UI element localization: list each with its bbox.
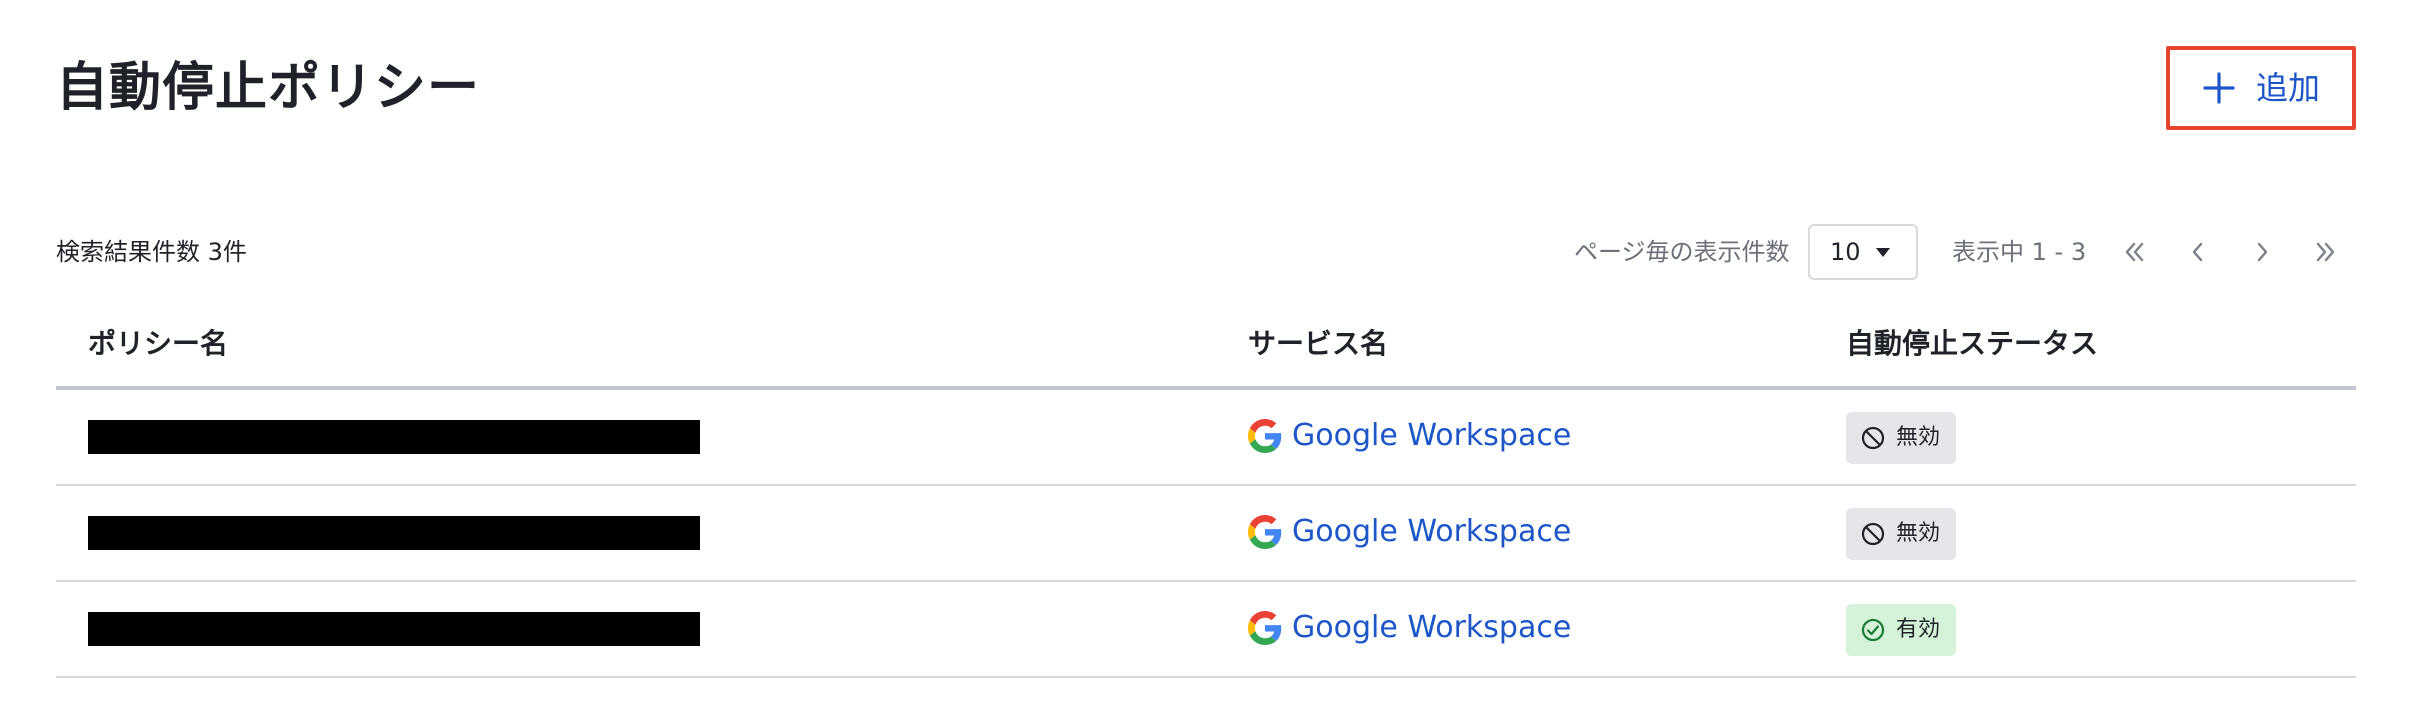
status-badge: 無効 — [1846, 508, 1957, 560]
policy-name-redacted[interactable] — [88, 612, 700, 646]
policy-name-redacted[interactable] — [88, 420, 700, 454]
result-count: 検索結果件数 3件 — [56, 238, 247, 266]
per-page-value: 10 — [1830, 238, 1861, 266]
prev-page-button[interactable] — [2180, 234, 2216, 270]
google-icon — [1248, 419, 1282, 453]
table-row[interactable]: Google Workspace 無効 — [56, 486, 2356, 582]
check-circle-icon — [1861, 618, 1885, 642]
chevron-left-icon — [2192, 242, 2203, 262]
table-header: ポリシー名 サービス名 自動停止ステータス — [56, 310, 2356, 390]
google-icon — [1248, 611, 1282, 645]
service-link[interactable]: Google Workspace — [1248, 608, 1571, 648]
double-chevron-left-icon — [2125, 242, 2144, 262]
column-header-auto-stop-status: 自動停止ステータス — [1846, 327, 2099, 360]
status-label: 無効 — [1896, 521, 1941, 546]
status-label: 無効 — [1896, 425, 1941, 450]
google-icon — [1248, 515, 1282, 549]
range-text: 表示中 1 - 3 — [1952, 238, 2087, 266]
table-row[interactable]: Google Workspace 有効 — [56, 582, 2356, 678]
add-button-label: 追加 — [2255, 69, 2320, 107]
page-title: 自動停止ポリシー — [56, 58, 481, 118]
column-header-service-name: サービス名 — [1248, 327, 1389, 360]
block-icon — [1861, 522, 1885, 546]
service-name: Google Workspace — [1292, 418, 1572, 453]
service-name: Google Workspace — [1292, 610, 1572, 645]
column-header-policy-name: ポリシー名 — [88, 327, 229, 360]
chevron-right-icon — [2257, 242, 2268, 262]
status-badge: 無効 — [1846, 412, 1957, 464]
service-name: Google Workspace — [1292, 514, 1572, 549]
service-link[interactable]: Google Workspace — [1248, 512, 1571, 552]
last-page-button[interactable] — [2308, 234, 2344, 270]
policy-table: ポリシー名 サービス名 自動停止ステータス Google Workspace 無… — [56, 310, 2356, 678]
block-icon — [1861, 426, 1885, 450]
table-row[interactable]: Google Workspace 無効 — [56, 390, 2356, 486]
page: 自動停止ポリシー 追加 検索結果件数 3件 ページ毎の表示件数 10 表示中 1… — [0, 0, 2410, 710]
plus-icon — [2203, 72, 2235, 104]
double-chevron-right-icon — [2316, 242, 2335, 262]
per-page-label: ページ毎の表示件数 — [1574, 238, 1790, 266]
policy-name-redacted[interactable] — [88, 516, 700, 550]
next-page-button[interactable] — [2244, 234, 2280, 270]
first-page-button[interactable] — [2116, 234, 2152, 270]
status-badge: 有効 — [1846, 604, 1957, 656]
add-button[interactable]: 追加 — [2166, 46, 2356, 130]
status-label: 有効 — [1896, 617, 1941, 642]
service-link[interactable]: Google Workspace — [1248, 416, 1571, 456]
per-page-select[interactable]: 10 — [1808, 224, 1918, 280]
caret-down-icon — [1876, 248, 1890, 257]
